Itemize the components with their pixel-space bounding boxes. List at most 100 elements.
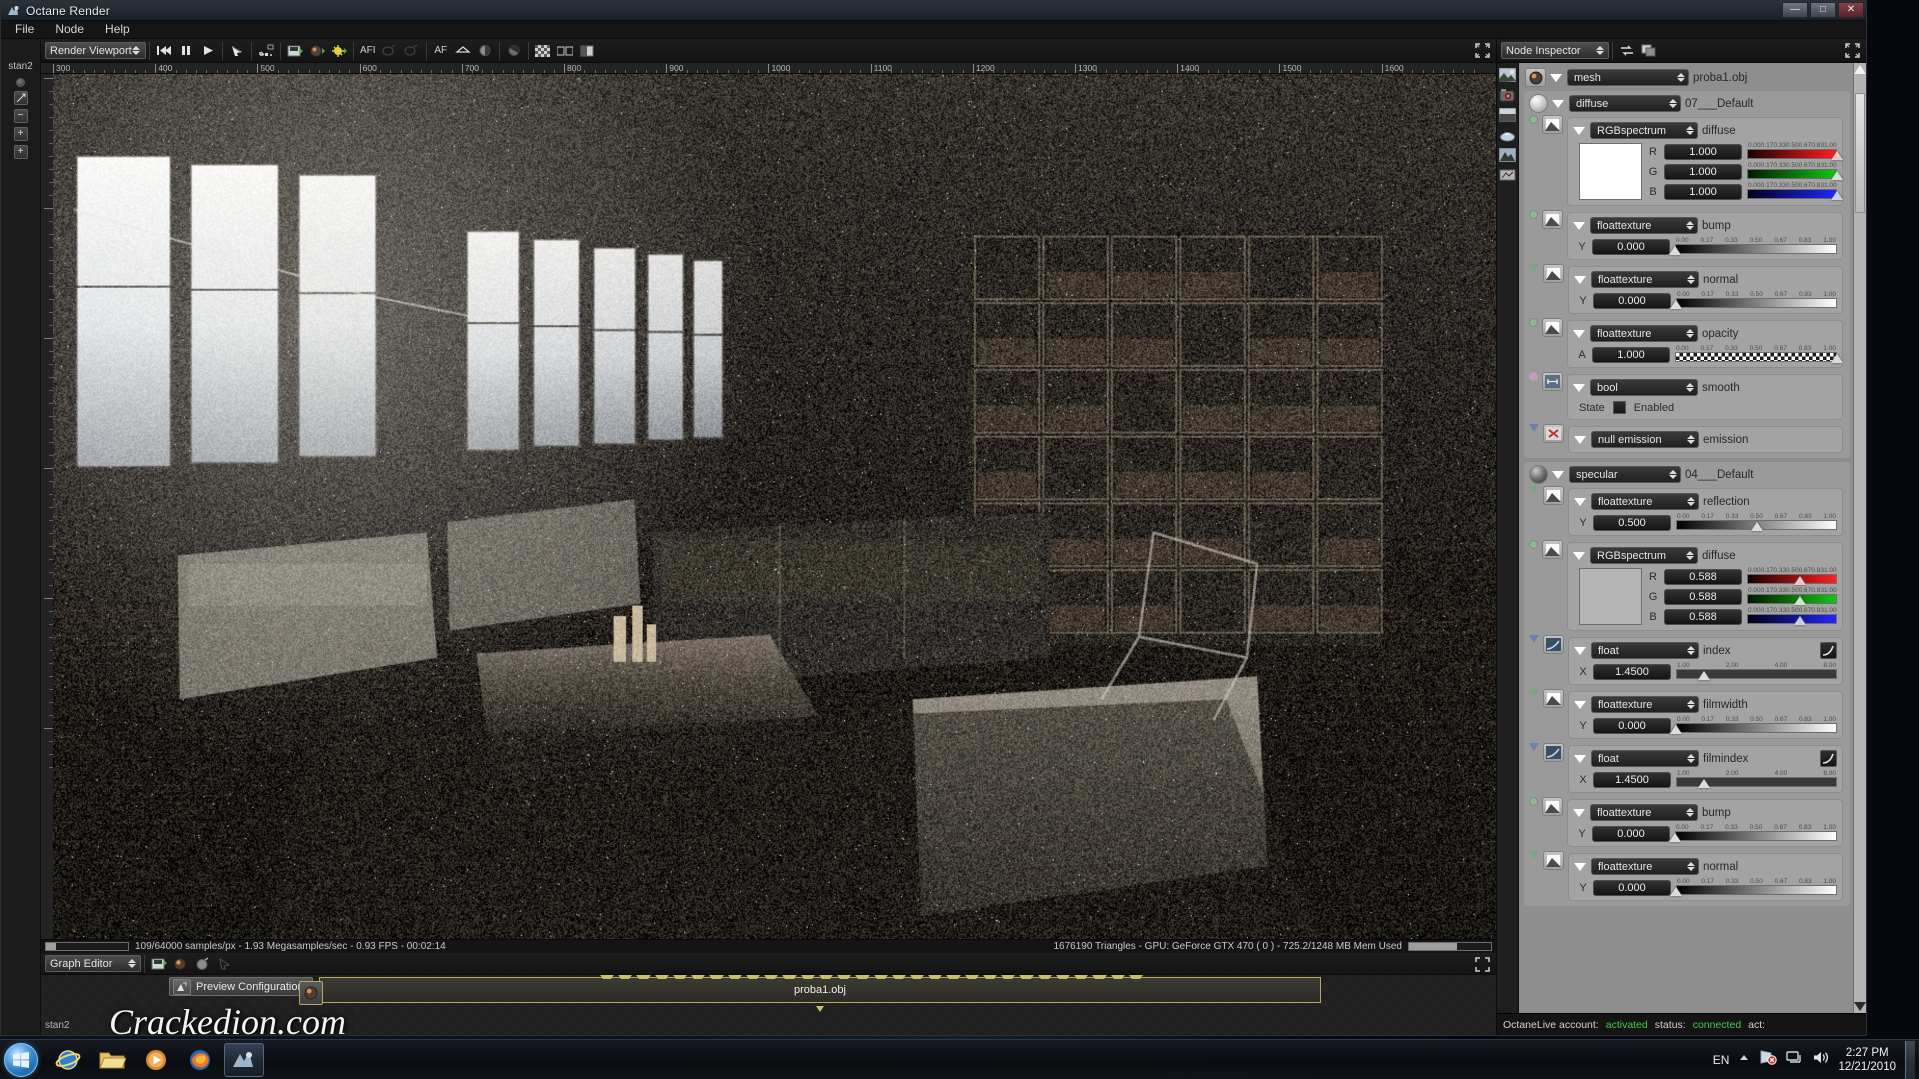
node-pin[interactable] bbox=[1529, 372, 1538, 381]
collapse-triangle-icon[interactable] bbox=[1574, 498, 1586, 506]
environment-icon[interactable] bbox=[1499, 107, 1517, 123]
texture-thumb-icon[interactable] bbox=[1542, 318, 1563, 337]
value-slider[interactable]: 1.00 2.00 4.00 8.00 bbox=[1676, 771, 1837, 788]
plus-button-2[interactable]: + bbox=[14, 145, 28, 159]
node-pin[interactable] bbox=[1529, 486, 1539, 494]
property-type-selector[interactable]: floattexture bbox=[1590, 804, 1698, 821]
property-type-selector[interactable]: floattexture bbox=[1591, 493, 1699, 510]
property-type-selector[interactable]: bool bbox=[1590, 379, 1698, 396]
render-region-icon[interactable] bbox=[474, 41, 496, 61]
slider-knob[interactable] bbox=[1698, 779, 1710, 788]
preview-configuration-tooltip[interactable]: Preview Configuration bbox=[169, 977, 313, 996]
value-slider[interactable]: 0.00 0.17 0.33 0.50 0.67 0.83 1.00 bbox=[1675, 825, 1837, 842]
property-type-selector[interactable]: floattexture bbox=[1591, 858, 1699, 875]
sphere-preview-dark-icon[interactable] bbox=[1529, 465, 1548, 484]
firefox-icon[interactable] bbox=[180, 1043, 220, 1077]
node-pin[interactable] bbox=[1529, 540, 1538, 549]
crop-icon[interactable] bbox=[503, 41, 525, 61]
property-type-selector[interactable]: float bbox=[1591, 750, 1699, 767]
image-icon[interactable] bbox=[1499, 67, 1517, 83]
value-slider[interactable]: 0.00 0.17 0.33 0.50 0.67 0.83 1.00 bbox=[1747, 163, 1837, 180]
scrollbar-thumb[interactable] bbox=[1855, 93, 1865, 213]
slider-knob[interactable] bbox=[1794, 616, 1806, 625]
collapse-triangle-icon[interactable] bbox=[1574, 755, 1586, 763]
show-hidden-icon[interactable] bbox=[1738, 1051, 1750, 1069]
collapse-triangle-icon[interactable] bbox=[1574, 276, 1586, 284]
compare-icon[interactable] bbox=[554, 41, 576, 61]
material-type-selector[interactable]: specular bbox=[1569, 466, 1681, 483]
state-checkbox[interactable] bbox=[1613, 401, 1626, 414]
sphere-preview-icon[interactable] bbox=[1529, 94, 1548, 113]
minimize-button[interactable]: — bbox=[1782, 2, 1808, 18]
collapse-triangle-icon[interactable] bbox=[1574, 701, 1586, 709]
scroll-up-icon[interactable] bbox=[1854, 65, 1866, 74]
node-pin[interactable] bbox=[1529, 797, 1538, 806]
pause-icon[interactable] bbox=[175, 41, 197, 61]
value-field[interactable]: 0.000 bbox=[1593, 293, 1671, 309]
texture-thumb-icon[interactable] bbox=[1542, 210, 1563, 229]
taskbar-clock[interactable]: 2:27 PM 12/21/2010 bbox=[1838, 1046, 1896, 1074]
viewport-panel-selector[interactable]: Render Viewport bbox=[45, 42, 146, 59]
value-slider[interactable]: 0.00 0.17 0.33 0.50 0.67 0.83 1.00 bbox=[1676, 514, 1837, 531]
channel-value-field[interactable]: 0.588 bbox=[1664, 609, 1742, 625]
value-field[interactable]: 0.000 bbox=[1593, 880, 1671, 896]
channel-value-field[interactable]: 0.588 bbox=[1664, 569, 1742, 585]
show-desktop-button[interactable] bbox=[1905, 1041, 1915, 1079]
kernel-icon[interactable] bbox=[1499, 167, 1517, 183]
light-pick-icon[interactable] bbox=[328, 41, 350, 61]
copy-node-icon[interactable] bbox=[192, 954, 214, 974]
play-icon[interactable] bbox=[197, 41, 219, 61]
duplicate-node-icon[interactable] bbox=[1638, 41, 1660, 61]
tray-language-label[interactable]: EN bbox=[1713, 1053, 1730, 1067]
media-player-icon[interactable] bbox=[136, 1043, 176, 1077]
menu-file[interactable]: File bbox=[7, 21, 47, 38]
material-type-selector[interactable]: diffuse bbox=[1569, 95, 1681, 112]
network-icon[interactable] bbox=[1786, 1050, 1803, 1070]
property-type-selector[interactable]: float bbox=[1591, 642, 1699, 659]
texture-thumb-icon[interactable] bbox=[1543, 689, 1564, 708]
value-field[interactable]: 0.000 bbox=[1592, 826, 1670, 842]
af-icon-1[interactable]: AFI bbox=[357, 41, 379, 61]
save-image-icon[interactable] bbox=[284, 41, 306, 61]
render-image[interactable] bbox=[53, 74, 1496, 939]
slider-knob[interactable] bbox=[1794, 596, 1806, 605]
channel-value-field[interactable]: 1.000 bbox=[1664, 184, 1742, 200]
node-pin[interactable] bbox=[1529, 424, 1539, 432]
expand-inspector-icon[interactable] bbox=[1845, 43, 1860, 58]
slider-knob[interactable] bbox=[1831, 171, 1843, 180]
value-field[interactable]: 1.000 bbox=[1592, 347, 1670, 363]
minus-button[interactable]: − bbox=[14, 109, 28, 123]
menu-help[interactable]: Help bbox=[97, 21, 143, 38]
slider-knob[interactable] bbox=[1794, 576, 1806, 585]
maximize-button[interactable]: □ bbox=[1810, 2, 1836, 18]
node-pin[interactable] bbox=[1529, 851, 1539, 859]
value-slider[interactable]: 0.00 0.17 0.33 0.50 0.67 0.83 1.00 bbox=[1747, 608, 1837, 625]
action-center-flag-icon[interactable] bbox=[1759, 1049, 1777, 1070]
node-pin[interactable] bbox=[1529, 115, 1538, 124]
inspector-panel-selector[interactable]: Node Inspector bbox=[1501, 42, 1609, 59]
expand-viewport-icon[interactable] bbox=[1475, 43, 1490, 58]
camera-icon[interactable] bbox=[1499, 87, 1517, 103]
value-slider[interactable]: 0.00 0.17 0.33 0.50 0.67 0.83 1.00 bbox=[1675, 238, 1837, 255]
slider-knob[interactable] bbox=[1831, 151, 1843, 160]
value-field[interactable]: 0.000 bbox=[1593, 718, 1671, 734]
value-field[interactable]: 1.4500 bbox=[1593, 772, 1671, 788]
link-nodes-icon[interactable] bbox=[1616, 41, 1638, 61]
collapse-triangle-icon[interactable] bbox=[1573, 384, 1585, 392]
node-pin[interactable] bbox=[1529, 264, 1539, 272]
channel-value-field[interactable]: 1.000 bbox=[1664, 164, 1742, 180]
texture-thumb-icon[interactable] bbox=[1542, 115, 1563, 134]
curve-icon[interactable] bbox=[1543, 635, 1564, 654]
collapse-triangle-icon[interactable] bbox=[1552, 100, 1564, 108]
node-pin[interactable] bbox=[1529, 689, 1539, 697]
internet-explorer-icon[interactable] bbox=[48, 1043, 88, 1077]
value-slider[interactable]: 0.00 0.17 0.33 0.50 0.67 0.83 1.00 bbox=[1676, 717, 1837, 734]
collapse-triangle-icon[interactable] bbox=[1574, 863, 1586, 871]
texture-thumb-icon[interactable] bbox=[1543, 264, 1564, 283]
mesh-type-selector[interactable]: mesh bbox=[1567, 69, 1689, 86]
material-icon[interactable] bbox=[1499, 127, 1517, 143]
value-slider[interactable]: 0.00 0.17 0.33 0.50 0.67 0.83 1.00 bbox=[1676, 879, 1837, 896]
value-slider[interactable]: 1.00 2.00 4.00 8.00 bbox=[1676, 663, 1837, 680]
texture-thumb-icon[interactable] bbox=[1543, 486, 1564, 505]
texture-thumb-icon[interactable] bbox=[1542, 540, 1563, 559]
